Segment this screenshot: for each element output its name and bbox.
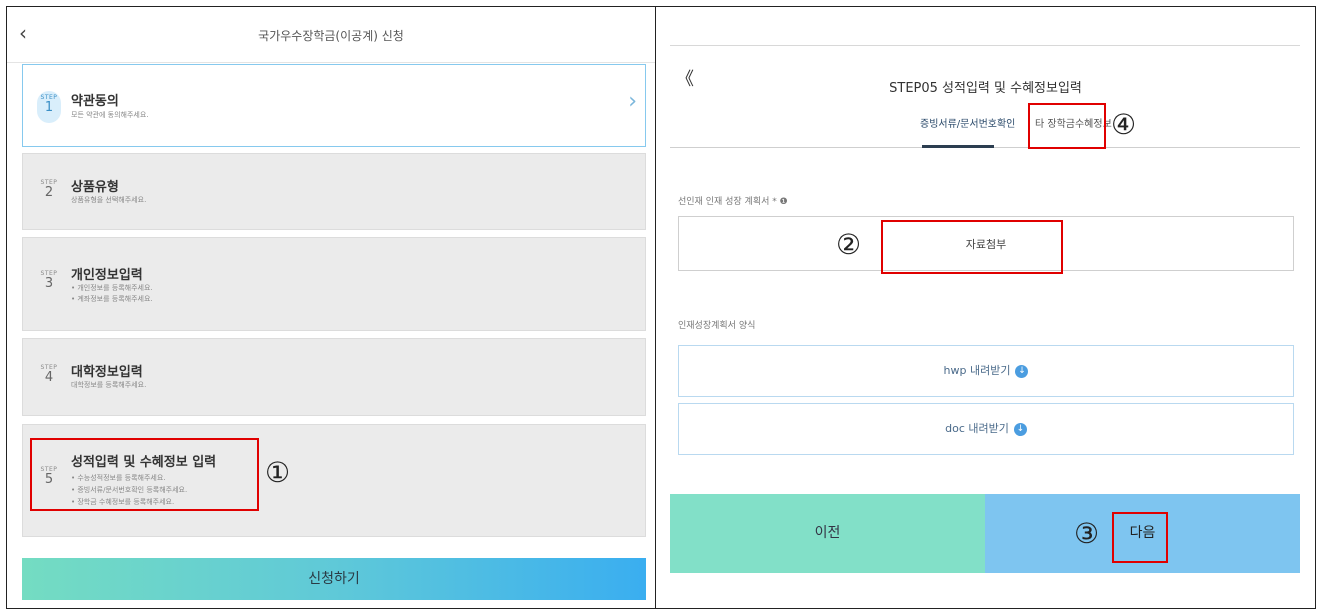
step-title: 개인정보입력	[71, 268, 143, 283]
step-desc: • 수능성적정보를 등록해주세요.	[71, 474, 166, 482]
step-desc: • 계좌정보를 등록해주세요.	[71, 295, 153, 303]
step-badge: STEP 3	[40, 270, 58, 291]
tab-document-check[interactable]: 증빙서류/문서번호확인	[920, 115, 1015, 130]
doc-download-label: doc 내려받기	[945, 422, 1009, 435]
step-title: 성적입력 및 수혜정보 입력	[71, 455, 217, 470]
hwp-download-label: hwp 내려받기	[943, 364, 1011, 377]
page-title: 국가우수장학금(이공계) 신청	[258, 29, 404, 43]
step-desc: • 장학금 수혜정보를 등록해주세요.	[71, 498, 175, 506]
step-desc: 모든 약관에 동의해주세요.	[71, 111, 149, 119]
step-title: 대학정보입력	[71, 365, 143, 380]
download-icon: ↓	[1015, 364, 1029, 378]
step-badge: STEP 2	[40, 179, 58, 200]
right-panel: 《 STEP05 성적입력 및 수혜정보입력 증빙서류/문서번호확인 타 장학금…	[656, 7, 1315, 608]
step-title: 상품유형	[71, 180, 119, 195]
tab-other-scholarship[interactable]: 타 장학금수혜정보	[1035, 115, 1112, 130]
step-card-1[interactable]: STEP 1 약관동의 모든 약관에 동의해주세요. ›	[22, 64, 646, 147]
step-card-2[interactable]: STEP 2 상품유형 상품유형을 선택해주세요.	[22, 153, 646, 230]
field-label: 선인재 인재 성장 계획서 * ❶	[678, 197, 788, 207]
step-desc: • 개인정보를 등록해주세요.	[71, 284, 153, 292]
hwp-download-button[interactable]: hwp 내려받기 ↓	[678, 345, 1294, 397]
step-badge: STEP 4	[40, 364, 58, 385]
annotation-number-1: ①	[265, 456, 291, 489]
step-title: 약관동의	[71, 94, 119, 109]
step-card-3[interactable]: STEP 3 개인정보입력 • 개인정보를 등록해주세요. • 계좌정보를 등록…	[22, 237, 646, 331]
annotation-number-4: ④	[1111, 108, 1137, 141]
submit-button[interactable]: 신청하기	[22, 558, 646, 600]
active-tab-indicator	[922, 145, 994, 148]
top-divider	[670, 45, 1300, 46]
attach-file-button[interactable]: 자료첨부	[678, 216, 1294, 271]
annotation-number-2: ②	[836, 228, 862, 261]
left-panel: ‹ 국가우수장학금(이공계) 신청 STEP 1 약관동의 모든 약관에 동의해…	[7, 7, 655, 608]
step-desc: • 증빙서류/문서번호확인 등록해주세요.	[71, 486, 188, 494]
step-title: STEP05 성적입력 및 수혜정보입력	[889, 81, 1082, 96]
step-badge: STEP 1	[37, 91, 61, 123]
next-button[interactable]: 다음	[985, 494, 1300, 573]
annotation-number-3: ③	[1074, 517, 1100, 550]
chevron-right-icon[interactable]: ›	[628, 89, 637, 114]
form-label: 인재성장계획서 양식	[678, 321, 756, 331]
doc-download-button[interactable]: doc 내려받기 ↓	[678, 403, 1294, 455]
download-icon: ↓	[1013, 422, 1027, 436]
step-desc: 상품유형을 선택해주세요.	[71, 196, 147, 204]
step-badge: STEP 5	[40, 466, 58, 487]
step-desc: 대학정보를 등록해주세요.	[71, 381, 147, 389]
app-header: ‹ 국가우수장학금(이공계) 신청	[7, 7, 655, 63]
step-card-5[interactable]: STEP 5 성적입력 및 수혜정보 입력 • 수능성적정보를 등록해주세요. …	[22, 424, 646, 537]
step-card-4[interactable]: STEP 4 대학정보입력 대학정보를 등록해주세요.	[22, 338, 646, 416]
prev-button[interactable]: 이전	[670, 494, 985, 573]
